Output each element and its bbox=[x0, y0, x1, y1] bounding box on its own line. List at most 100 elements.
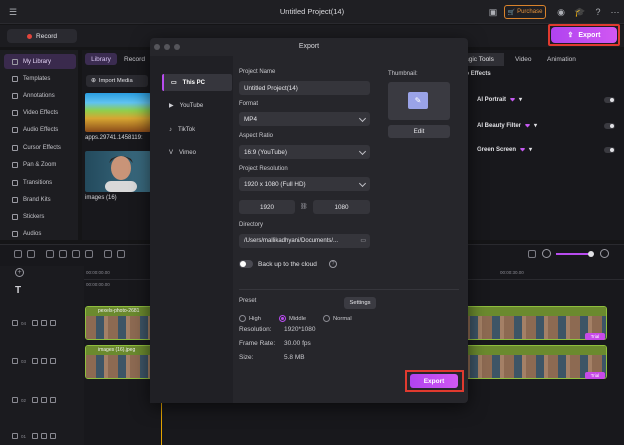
menu-icon[interactable]: ☰ bbox=[7, 6, 19, 18]
folder-icon[interactable]: ▭ bbox=[360, 237, 366, 244]
record-dot-icon bbox=[27, 33, 33, 39]
account-icon[interactable]: ◉ bbox=[555, 6, 567, 18]
audio-effects-icon bbox=[12, 126, 18, 133]
aspect-ratio-select[interactable]: 16:9 (YouTube) bbox=[239, 145, 370, 159]
dialog-export-button[interactable]: Export bbox=[410, 374, 458, 388]
sidebar-item-transitions[interactable]: Transitions bbox=[4, 175, 76, 190]
width-input[interactable]: 1920 bbox=[239, 200, 295, 214]
track-type-icon bbox=[12, 320, 18, 326]
eye-icon[interactable] bbox=[41, 433, 47, 439]
zoom-out-icon[interactable] bbox=[542, 249, 551, 258]
preset-normal-radio[interactable]: Normal bbox=[323, 315, 352, 322]
import-label: Import Media bbox=[98, 78, 133, 84]
sidebar-item-cursor-effects[interactable]: Cursor Effects bbox=[4, 140, 76, 155]
sidebar-item-brand-kits[interactable]: Brand Kits bbox=[4, 192, 76, 207]
add-track-icon[interactable]: + bbox=[15, 268, 24, 277]
speaker-icon[interactable] bbox=[50, 320, 56, 326]
tab-library[interactable]: Library bbox=[85, 53, 117, 65]
nav-tiktok[interactable]: ♪ TikTok bbox=[162, 121, 232, 138]
purchase-button[interactable]: 🛒 Purchase bbox=[504, 5, 546, 19]
mic-icon[interactable] bbox=[85, 250, 93, 258]
chevron-down-icon bbox=[358, 147, 367, 156]
crop-icon[interactable] bbox=[46, 250, 54, 258]
nav-vimeo[interactable]: V Vimeo bbox=[162, 144, 232, 161]
nav-youtube[interactable]: ▶ YouTube bbox=[162, 97, 232, 114]
import-media-button[interactable]: ⊕ Import Media bbox=[86, 75, 148, 87]
sidebar-item-stickers[interactable]: Stickers bbox=[4, 209, 76, 224]
redo-icon[interactable] bbox=[27, 250, 35, 258]
text-track-icon[interactable]: T bbox=[15, 285, 21, 296]
ai-portrait-toggle[interactable] bbox=[604, 97, 615, 103]
green-screen-item[interactable]: Green Screen ▾ bbox=[477, 146, 533, 154]
nav-this-pc[interactable]: ▭ This PC bbox=[162, 74, 232, 91]
item-label: AI Portrait bbox=[477, 96, 507, 103]
sidebar-item-video-effects[interactable]: Video Effects bbox=[4, 105, 76, 120]
tiktok-icon: ♪ bbox=[169, 126, 172, 133]
resolution-value: 1920 x 1080 (Full HD) bbox=[244, 180, 306, 188]
zoom-slider[interactable] bbox=[556, 253, 592, 255]
resolution-label: Project Resolution bbox=[239, 166, 288, 172]
learn-icon[interactable]: 🎓 bbox=[574, 6, 586, 18]
directory-input[interactable]: /Users/mallikadhyani/Documents/... ▭ bbox=[239, 234, 370, 248]
zoom-in-icon[interactable] bbox=[600, 249, 609, 258]
caption-icon[interactable] bbox=[117, 250, 125, 258]
window-mode-icon[interactable]: ▣ bbox=[487, 6, 499, 18]
more-icon[interactable]: ⋯ bbox=[609, 6, 621, 18]
sidebar-item-templates[interactable]: Templates bbox=[4, 71, 76, 86]
green-screen-toggle[interactable] bbox=[604, 147, 615, 153]
sidebar-item-audio-effects[interactable]: Audio Effects bbox=[4, 122, 76, 137]
preset-high-radio[interactable]: High bbox=[239, 315, 261, 322]
ai-beauty-filter-item[interactable]: AI Beauty Filter ▾ bbox=[477, 122, 537, 130]
sidebar-item-annotations[interactable]: Annotations bbox=[4, 88, 76, 103]
eye-icon[interactable] bbox=[41, 320, 47, 326]
annotations-icon bbox=[12, 92, 18, 99]
project-name-input[interactable]: Untitled Project(14) bbox=[239, 81, 370, 95]
radio-label: High bbox=[249, 315, 261, 322]
split-icon[interactable] bbox=[59, 250, 67, 258]
nav-label: Vimeo bbox=[179, 149, 196, 156]
fit-icon[interactable] bbox=[528, 250, 536, 258]
sidebar-item-my-library[interactable]: My Library bbox=[4, 54, 76, 69]
format-select[interactable]: MP4 bbox=[239, 112, 370, 126]
eye-icon[interactable] bbox=[41, 358, 47, 364]
sidebar-item-label: Pan & Zoom bbox=[23, 161, 57, 168]
tab-video[interactable]: Video bbox=[515, 53, 535, 66]
media-thumbnail[interactable] bbox=[85, 151, 151, 192]
resolution-select[interactable]: 1920 x 1080 (Full HD) bbox=[239, 177, 370, 191]
sidebar: My Library Templates Annotations Video E… bbox=[0, 50, 78, 240]
record-button[interactable]: Record bbox=[7, 29, 77, 43]
speaker-icon[interactable] bbox=[50, 397, 56, 403]
chevron-down-icon: ▾ bbox=[529, 147, 533, 153]
link-icon[interactable]: ⛓ bbox=[300, 203, 308, 210]
ai-portrait-item[interactable]: AI Portrait ▾ bbox=[477, 96, 522, 104]
eye-icon[interactable] bbox=[41, 397, 47, 403]
cloud-backup-toggle[interactable] bbox=[239, 260, 253, 268]
preset-settings-button[interactable]: Settings bbox=[344, 297, 376, 309]
lock-icon[interactable] bbox=[32, 397, 38, 403]
export-button[interactable]: ⇪ Export bbox=[551, 27, 617, 43]
height-input[interactable]: 1080 bbox=[313, 200, 370, 214]
marker-icon[interactable] bbox=[104, 250, 112, 258]
preset-middle-radio[interactable]: Middle bbox=[279, 315, 306, 322]
zoom-slider-handle[interactable] bbox=[588, 251, 594, 257]
radio-circle bbox=[323, 315, 330, 322]
divider bbox=[239, 289, 459, 290]
media-thumbnail[interactable] bbox=[85, 93, 151, 132]
sidebar-item-audios[interactable]: Audios bbox=[4, 226, 76, 241]
lock-icon[interactable] bbox=[32, 320, 38, 326]
thumbnail-preview[interactable]: ✎ bbox=[388, 82, 450, 120]
lock-icon[interactable] bbox=[32, 358, 38, 364]
thumbnail-edit-button[interactable]: Edit bbox=[388, 125, 450, 138]
track-number: 01 bbox=[21, 433, 27, 439]
sidebar-item-pan-zoom[interactable]: Pan & Zoom bbox=[4, 157, 76, 172]
help-icon[interactable]: ? bbox=[592, 6, 604, 18]
speaker-icon[interactable] bbox=[50, 433, 56, 439]
ai-beauty-filter-toggle[interactable] bbox=[604, 123, 615, 129]
tab-animation[interactable]: Animation bbox=[547, 53, 587, 66]
info-icon[interactable]: ? bbox=[329, 260, 337, 268]
speaker-icon[interactable] bbox=[50, 358, 56, 364]
shield-icon[interactable] bbox=[72, 250, 80, 258]
lock-icon[interactable] bbox=[32, 433, 38, 439]
record-label: Record bbox=[36, 32, 57, 40]
undo-icon[interactable] bbox=[14, 250, 22, 258]
